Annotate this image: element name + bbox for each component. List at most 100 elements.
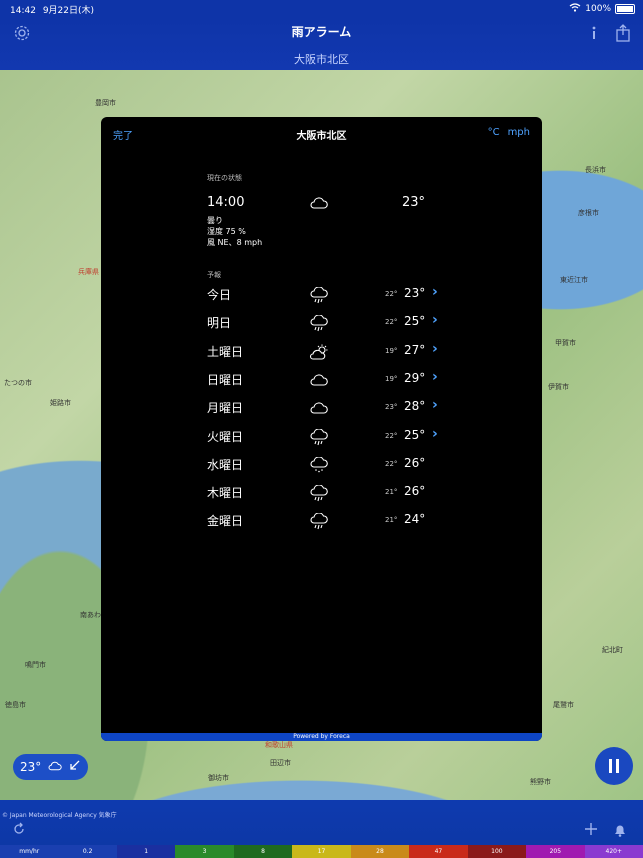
map-label: 紀北町: [602, 646, 623, 654]
forecast-day: 金曜日: [207, 514, 244, 529]
forecast-row[interactable]: 火曜日 22° 25° ›: [101, 426, 542, 450]
forecast-high: 27°: [404, 342, 426, 357]
bell-icon[interactable]: [612, 822, 628, 842]
chevron-right-icon[interactable]: ›: [432, 312, 438, 328]
forecast-low: 19°: [385, 374, 398, 383]
forecast-high: 26°: [404, 484, 426, 499]
current-temp-pill[interactable]: 23°: [13, 754, 88, 780]
map-label: 甲賀市: [555, 339, 576, 347]
battery-icon: [615, 4, 635, 14]
wifi-icon: [569, 3, 581, 15]
forecast-row[interactable]: 明日 22° 25° ›: [101, 312, 542, 336]
status-bar: 14:42 9月22日(木) 100%: [0, 0, 643, 16]
forecast-high: 24°: [404, 512, 426, 527]
forecast-row[interactable]: 日曜日 19° 29° ›: [101, 369, 542, 393]
forecast-day: 日曜日: [207, 372, 244, 387]
current-wind: 風 NE、8 mph: [207, 238, 263, 247]
pause-icon: [609, 759, 612, 773]
map-label: 鳴門市: [25, 661, 46, 669]
unit-toggles: °C mph: [488, 127, 530, 138]
legend-swatch: 8: [233, 845, 293, 858]
status-date: 9月22日(木): [42, 6, 95, 16]
map-label: 熊野市: [530, 778, 551, 786]
current-time: 14:00: [207, 195, 245, 210]
rain-icon: [309, 512, 329, 530]
status-right: 100%: [569, 3, 635, 15]
dialog-header: 完了 大阪市北区 °C mph: [101, 117, 542, 149]
legend-swatch: 28: [350, 845, 410, 858]
cloud-icon: [309, 195, 329, 211]
chevron-right-icon[interactable]: ›: [432, 341, 438, 357]
map-label: 尾鷲市: [553, 701, 574, 709]
add-icon[interactable]: [584, 822, 598, 840]
dialog-title: 大阪市北区: [296, 131, 347, 142]
location-subtitle[interactable]: 大阪市北区: [0, 51, 643, 67]
chevron-right-icon[interactable]: ›: [432, 426, 438, 442]
forecast-row[interactable]: 土曜日 19° 27° ›: [101, 341, 542, 365]
current-condition: 曇り: [207, 216, 223, 225]
legend-swatch: mm/hr: [0, 845, 59, 858]
forecast-low: 21°: [385, 516, 398, 525]
chevron-right-icon[interactable]: ›: [432, 284, 438, 300]
map-label: 彦根市: [578, 209, 599, 217]
legend-swatch: 17: [292, 845, 351, 858]
forecast-day: 今日: [207, 288, 232, 302]
map-label: 徳島市: [5, 701, 26, 709]
cloud-icon: [309, 400, 329, 416]
legend-swatch: 3: [175, 845, 234, 858]
forecast-high: 23°: [404, 286, 426, 300]
current-temp: 23°: [402, 195, 426, 210]
forecast-day: 土曜日: [207, 344, 244, 359]
rain-icon: [309, 286, 329, 304]
status-time-date: 14:42 9月22日(木): [10, 3, 94, 16]
pause-icon: [616, 759, 619, 773]
collapse-arrow-icon: [69, 760, 80, 774]
legend-swatch: 420+: [584, 845, 643, 858]
share-icon[interactable]: [612, 22, 634, 44]
current-section-label: 現在の状態: [207, 174, 242, 182]
forecast-high: 25°: [404, 314, 426, 329]
current-humidity: 湿度 75 %: [207, 227, 246, 236]
forecast-high: 28°: [404, 399, 426, 414]
bottom-bar: © Japan Meteorological Agency 気象庁: [0, 800, 643, 845]
forecast-day: 水曜日: [207, 457, 244, 472]
weather-dialog: 完了 大阪市北区 °C mph 現在の状態 14:00 23° 曇り 湿度 75…: [101, 117, 542, 741]
forecast-day: 火曜日: [207, 429, 244, 444]
chevron-right-icon[interactable]: ›: [432, 397, 438, 413]
map-label: たつの市: [4, 379, 32, 387]
forecast-low: 21°: [385, 488, 398, 497]
legend-swatch: 1: [116, 845, 176, 858]
nav-bar: 雨アラーム 大阪市北区: [0, 16, 643, 70]
info-icon[interactable]: [583, 22, 605, 44]
drizzle-icon: [309, 456, 329, 473]
battery-percent: 100%: [585, 4, 611, 14]
forecast-row[interactable]: 月曜日 23° 28° ›: [101, 397, 542, 421]
forecast-day: 月曜日: [207, 401, 244, 416]
celsius-toggle[interactable]: °C: [488, 127, 500, 138]
forecast-low: 22°: [385, 459, 398, 468]
status-time: 14:42: [10, 6, 36, 16]
legend-swatch: 47: [409, 845, 468, 858]
current-details: 曇り 湿度 75 % 風 NE、8 mph: [207, 215, 262, 248]
forecast-low: 22°: [385, 318, 398, 327]
map-label: 豊岡市: [95, 99, 116, 107]
cloud-icon: [47, 760, 63, 775]
forecast-row[interactable]: 今日 22° 23° ›: [101, 284, 542, 308]
mph-toggle[interactable]: mph: [508, 127, 530, 138]
refresh-icon[interactable]: [12, 822, 26, 840]
map-label: 田辺市: [270, 759, 291, 767]
rain-icon: [309, 314, 329, 332]
forecast-low: 23°: [385, 403, 398, 412]
pause-button[interactable]: [595, 747, 633, 785]
rain-icon: [309, 484, 329, 502]
map-label: 和歌山県: [265, 741, 293, 749]
map-label: 長浜市: [585, 166, 606, 174]
forecast-low: 19°: [385, 346, 398, 355]
forecast-section-label: 予報: [207, 271, 221, 279]
chevron-right-icon[interactable]: ›: [432, 369, 438, 385]
map-label: 姫路市: [50, 399, 71, 407]
map-label: 御坊市: [208, 774, 229, 782]
cloud-icon: [309, 372, 329, 388]
legend-swatch: 205: [526, 845, 585, 858]
jma-credit: © Japan Meteorological Agency 気象庁: [2, 812, 117, 819]
